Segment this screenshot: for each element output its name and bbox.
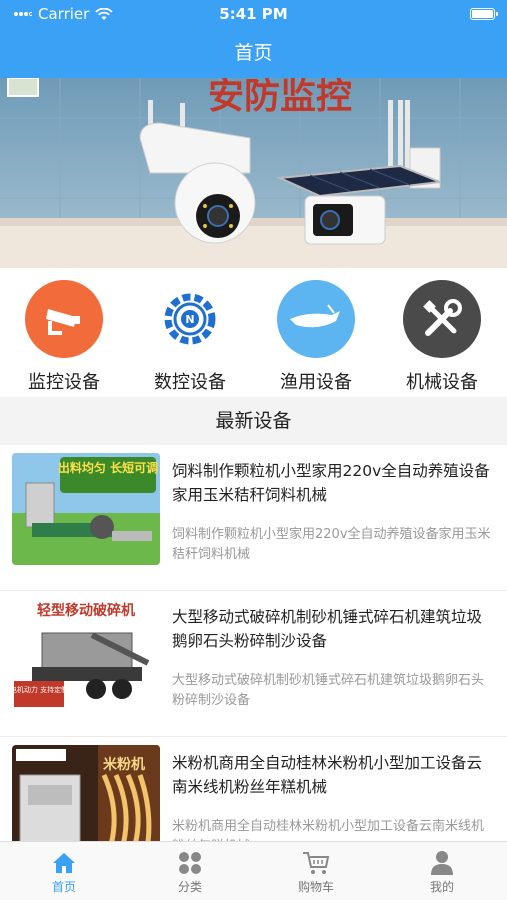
tools-icon [403,280,481,358]
category-machinery[interactable]: 机械设备 [392,280,492,394]
home-icon [1,848,127,878]
product-description: 饲料制作颗粒机小型家用220v全自动养殖设备家用玉米秸秆饲料机械 [172,527,491,562]
tab-label: 购物车 [297,880,334,894]
tab-category[interactable]: 分类 [127,848,253,895]
svg-text:N: N [185,313,194,326]
cart-icon [253,848,379,878]
status-bar: Carrier 5:41 PM [0,0,507,30]
product-description: 大型移动式破碎机制砂机锤式碎石机建筑垃圾鹅卵石头粉碎制沙设备 [172,673,485,708]
gear-icon: N [151,280,229,358]
tab-profile[interactable]: 我的 [379,848,505,895]
category-fishery[interactable]: 渔用设备 [266,280,366,394]
product-list: 出料均匀 长短可调 饲料制作颗粒机小型家用220v全自动养殖设备家用玉米秸秆饲料… [0,445,507,841]
tab-label: 我的 [429,880,454,894]
section-title: 最新设备 [0,397,507,445]
banner-headline: 安防监控 [208,78,352,117]
category-grid: 监控设备 N 数控设备 渔用设备 机械设备 [0,270,507,396]
category-label: 渔用设备 [280,372,352,393]
status-time: 5:41 PM [219,5,288,23]
product-description: 米粉机商用全自动桂林米粉机小型加工设备云南米线机粉丝年糕机械 [172,819,485,841]
category-label: 机械设备 [406,372,478,393]
product-title: 米粉机商用全自动桂林米粉机小型加工设备云南米线机粉丝年糕机械 [172,754,483,796]
tab-label: 首页 [51,880,76,894]
svg-text:出料均匀 长短可调: 出料均匀 长短可调 [58,460,158,475]
list-item[interactable]: 米粉机 米粉机商用全自动桂林米粉机小型加工设备云南米线机粉丝年糕机械 米粉机商用… [0,737,507,841]
page-title: 首页 [0,30,507,78]
product-thumbnail: 出料均匀 长短可调 [12,453,160,565]
grid-icon [127,848,253,878]
camera-icon [25,280,103,358]
svg-text:米粉机: 米粉机 [103,756,145,773]
battery-icon [470,8,498,20]
list-item[interactable]: 出料均匀 长短可调 饲料制作颗粒机小型家用220v全自动养殖设备家用玉米秸秆饲料… [0,445,507,591]
product-title: 饲料制作颗粒机小型家用220v全自动养殖设备家用玉米秸秆饲料机械 [172,462,490,504]
tab-label: 分类 [177,880,202,894]
user-icon [379,848,505,878]
svg-text:电机动力 支持定制: 电机动力 支持定制 [12,685,68,694]
category-cnc[interactable]: N 数控设备 [140,280,240,394]
svg-text:轻型移动破碎机: 轻型移动破碎机 [37,602,135,619]
category-monitoring[interactable]: 监控设备 [14,280,114,394]
boat-icon [277,280,355,358]
category-label: 监控设备 [28,372,100,393]
tab-bar: 首页 分类 购物车 我的 [0,841,507,900]
product-thumbnail: 轻型移动破碎机 电机动力 支持定制 [12,599,160,711]
category-label: 数控设备 [154,372,226,393]
tab-cart[interactable]: 购物车 [253,848,379,895]
tab-home[interactable]: 首页 [1,848,127,895]
promo-banner[interactable]: 安防监控 [0,78,507,268]
product-thumbnail: 米粉机 [12,745,160,841]
product-title: 大型移动式破碎机制砂机锤式碎石机建筑垃圾鹅卵石头粉碎制沙设备 [172,608,483,650]
list-item[interactable]: 轻型移动破碎机 电机动力 支持定制 大型移动式破碎机制砂机锤式碎石机建筑垃圾鹅卵… [0,591,507,737]
banner-image: 安防监控 [0,78,507,268]
